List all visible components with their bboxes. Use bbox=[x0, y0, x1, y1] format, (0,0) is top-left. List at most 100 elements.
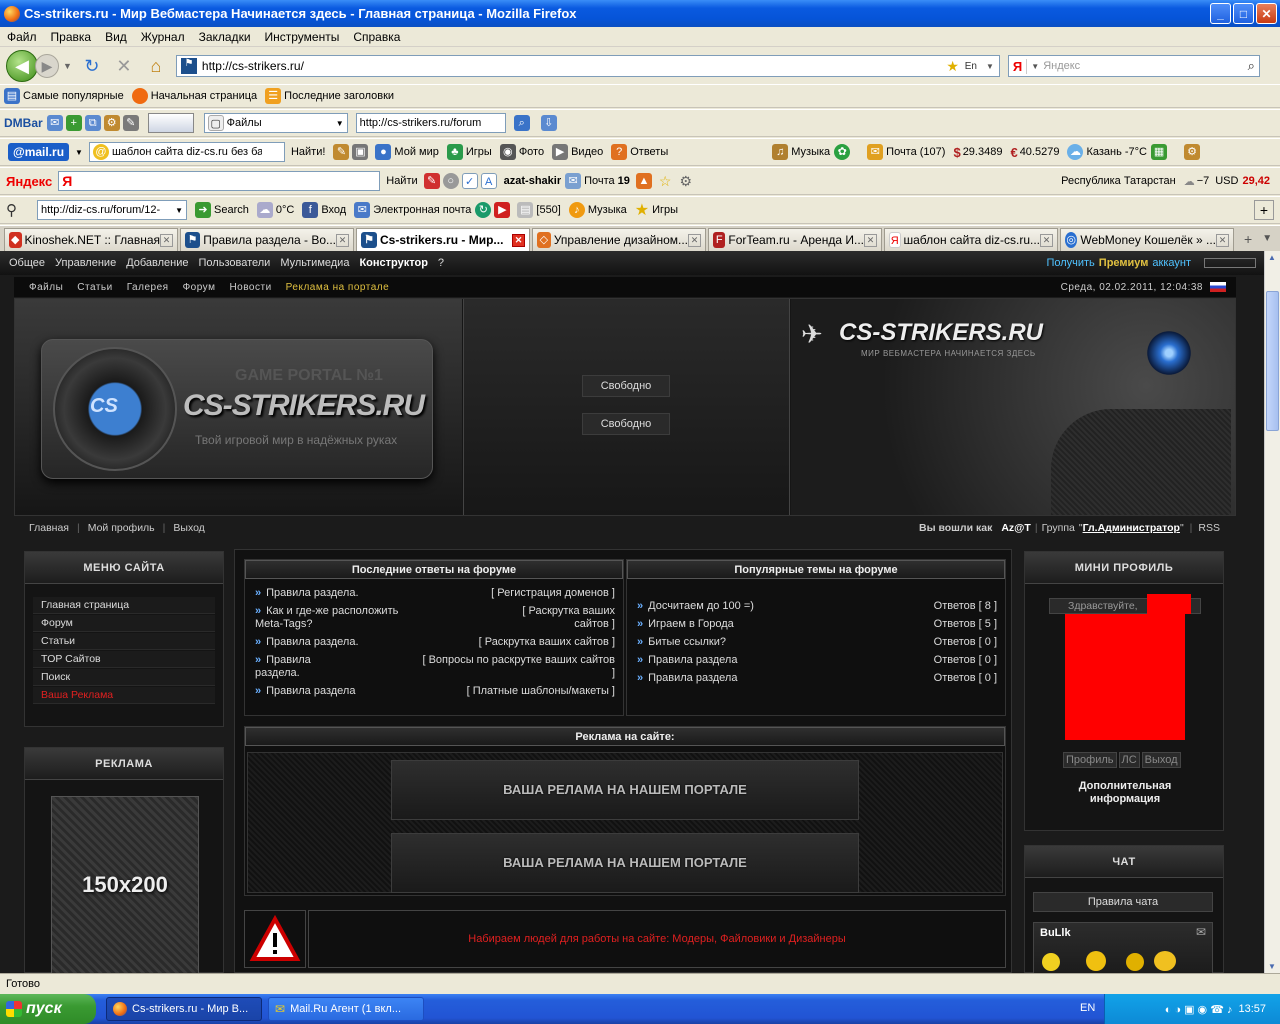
dm-settings-icon[interactable]: ⚙ bbox=[103, 115, 120, 131]
mail-icon[interactable]: ✉ bbox=[565, 173, 582, 189]
spellcheck-icon[interactable]: ✓ bbox=[461, 173, 478, 189]
menu-item-search[interactable]: Поиск bbox=[33, 669, 215, 686]
search-magnifier-icon[interactable]: ⚲ bbox=[6, 201, 17, 219]
maximize-button[interactable]: □ bbox=[1233, 3, 1254, 24]
count-widget[interactable]: ▤ [550] bbox=[517, 202, 561, 218]
mailru-photo[interactable]: ◉ Фото bbox=[499, 144, 544, 160]
scroll-down-icon[interactable]: ▼ bbox=[1268, 962, 1276, 971]
add-widget-icon[interactable]: + bbox=[1254, 200, 1274, 220]
mailru-search-input[interactable]: @ шаблон сайта diz-cs.ru без ба bbox=[88, 142, 285, 162]
admin-help[interactable]: ? bbox=[433, 257, 449, 269]
dm-tools-icon[interactable]: ✎ bbox=[122, 115, 139, 131]
youtube-icon[interactable]: ▶ bbox=[494, 202, 511, 218]
logged-user[interactable]: Az@T bbox=[1001, 522, 1031, 534]
tab-close-icon[interactable]: ✕ bbox=[1216, 233, 1229, 247]
admin-general[interactable]: Общее bbox=[4, 257, 50, 269]
popular-row-4[interactable]: » Правила раздела Ответов [ 0 ] bbox=[637, 654, 997, 667]
search-go-button[interactable]: ➜ Search bbox=[195, 202, 249, 218]
admin-add[interactable]: Добавление bbox=[121, 257, 193, 269]
premium-link[interactable]: Премиум bbox=[1097, 257, 1151, 269]
yandex-search-input[interactable]: Я bbox=[58, 171, 381, 191]
pm-button[interactable]: ЛС bbox=[1118, 752, 1140, 768]
admin-multimedia[interactable]: Мультимедиа bbox=[275, 257, 354, 269]
taskbar-mailru-agent[interactable]: ✉ Mail.Ru Агент (1 вкл... bbox=[268, 997, 424, 1021]
mailru-menu-icon[interactable]: ▼ bbox=[75, 148, 83, 157]
chat-user[interactable]: BuLlk bbox=[1040, 927, 1071, 939]
page-scrollbar[interactable]: ▲ ▼ bbox=[1264, 251, 1280, 973]
settings-gear-icon[interactable]: ⚙ bbox=[1184, 144, 1201, 160]
refresh-widget-icon[interactable]: ↻ bbox=[475, 202, 492, 218]
menu-item-top[interactable]: TOP Сайтов bbox=[33, 651, 215, 668]
email-widget[interactable]: ✉ Электронная почта bbox=[354, 202, 471, 218]
more-info-link[interactable]: Дополнительная информация bbox=[1025, 780, 1225, 806]
dm-copy-icon[interactable]: ⧉ bbox=[84, 115, 101, 131]
chat-bubble-icon[interactable]: ○ bbox=[442, 173, 459, 189]
menu-file[interactable]: Файл bbox=[0, 30, 44, 44]
tray-icons[interactable]: ◐ ◑ ▣ ◉ ☎ ♪ bbox=[1165, 1003, 1233, 1016]
admin-manage[interactable]: Управление bbox=[50, 257, 121, 269]
chat-mail-icon[interactable]: ✉ bbox=[1196, 925, 1206, 939]
popular-row-2[interactable]: » Играем в Города Ответов [ 5 ] bbox=[637, 618, 997, 631]
menu-item-home[interactable]: Главная страница bbox=[33, 597, 215, 614]
reload-icon[interactable]: ↻ bbox=[80, 54, 104, 78]
mailru-mail[interactable]: ✉ Почта (107) bbox=[867, 144, 945, 160]
mailru-music[interactable]: ♫ Музыка bbox=[772, 144, 830, 160]
taskbar-firefox[interactable]: Cs-strikers.ru - Мир В... bbox=[106, 997, 262, 1021]
ad-banner-1[interactable]: ВАША РЕЛАМА НА НАШЕМ ПОРТАЛЕ bbox=[391, 760, 859, 820]
menu-view[interactable]: Вид bbox=[98, 30, 134, 44]
url-bar[interactable]: ⚑ http://cs-strikers.ru/ ★ En ▼ bbox=[175, 55, 1000, 77]
games-widget[interactable]: ★ Игры bbox=[635, 200, 678, 220]
mailru-myworld[interactable]: ● Мой мир bbox=[375, 144, 439, 160]
latest-row-3[interactable]: » Правила раздела.[ Раскрутка ваших сайто… bbox=[255, 636, 615, 649]
close-button[interactable]: ✕ bbox=[1256, 3, 1277, 24]
rss-link[interactable]: RSS bbox=[1198, 522, 1220, 534]
mailru-games[interactable]: ♣ Игры bbox=[446, 144, 492, 160]
latest-row-1[interactable]: » Правила раздела.[ Регистрация доменов ] bbox=[255, 587, 615, 600]
eur-rate[interactable]: €40.5279 bbox=[1010, 145, 1059, 160]
mailru-video[interactable]: ▶ Видео bbox=[552, 144, 603, 160]
yandex-user[interactable]: azat-shakir bbox=[504, 175, 561, 187]
popular-row-5[interactable]: » Правила раздела Ответов [ 0 ] bbox=[637, 672, 997, 685]
nav-gallery[interactable]: Галерея bbox=[120, 282, 176, 293]
search-url-input[interactable]: http://diz-cs.ru/forum/12- ▼ bbox=[37, 200, 187, 220]
dm-download-icon[interactable]: ⇩ bbox=[540, 115, 557, 131]
search-icon[interactable]: ⌕ bbox=[1248, 58, 1255, 74]
menu-help[interactable]: Справка bbox=[346, 30, 407, 44]
subnav-home[interactable]: Главная bbox=[29, 522, 69, 534]
yandex-find-button[interactable]: Найти bbox=[386, 175, 417, 187]
premium-post[interactable]: аккаунт bbox=[1150, 257, 1196, 269]
tab-close-icon[interactable]: ✕ bbox=[160, 233, 173, 247]
menu-item-ads[interactable]: Ваша Реклама bbox=[33, 687, 215, 704]
page-icon[interactable]: ▣ bbox=[352, 144, 369, 160]
group-name[interactable]: Гл.Администратор bbox=[1083, 522, 1180, 534]
subnav-profile[interactable]: Мой профиль bbox=[88, 522, 155, 534]
latest-row-4[interactable]: » Правила раздела.[ Вопросы по раскрутке в… bbox=[255, 654, 615, 680]
forward-button[interactable]: ▶ bbox=[35, 54, 59, 78]
premium-pre[interactable]: Получить bbox=[1041, 257, 1096, 269]
tab-close-icon[interactable]: ✕ bbox=[864, 233, 877, 247]
translate-icon[interactable]: En bbox=[965, 61, 977, 72]
highlight-icon[interactable]: ✎ bbox=[333, 144, 350, 160]
tab-close-icon[interactable]: ✕ bbox=[688, 233, 701, 247]
language-indicator[interactable]: EN bbox=[1080, 1002, 1095, 1014]
menu-tools[interactable]: Инструменты bbox=[258, 30, 347, 44]
new-tab-icon[interactable]: + bbox=[1244, 231, 1252, 247]
nav-forum[interactable]: Форум bbox=[176, 282, 223, 293]
apps-icon[interactable]: ▦ bbox=[1151, 144, 1168, 160]
weather[interactable]: ☁ Казань -7°C bbox=[1067, 144, 1147, 160]
nav-ad[interactable]: Реклама на портале bbox=[279, 282, 397, 293]
tab-webmoney[interactable]: ◎ WebMoney Кошелёк » ... ✕ bbox=[1060, 228, 1234, 251]
stop-icon[interactable]: ✕ bbox=[112, 54, 136, 78]
tab-close-icon[interactable]: ✕ bbox=[336, 233, 349, 247]
dm-url-input[interactable]: http://cs-strikers.ru/forum bbox=[355, 113, 506, 133]
favorite-star-icon[interactable]: ☆ bbox=[659, 173, 672, 190]
yandex-engine-icon[interactable]: Я bbox=[1009, 58, 1028, 74]
history-dropdown-icon[interactable]: ▼ bbox=[63, 61, 72, 71]
home-icon[interactable]: ⌂ bbox=[144, 54, 168, 78]
weather-widget[interactable]: ☁ 0°C bbox=[256, 202, 294, 218]
yandex-settings-icon[interactable]: ⚙ bbox=[679, 173, 692, 190]
latest-row-5[interactable]: » Правила раздела[ Платные шаблоны/макеты… bbox=[255, 685, 615, 698]
dm-tool-icon[interactable]: ✉ bbox=[46, 115, 63, 131]
tab-forteam[interactable]: F ForTeam.ru - Аренда И... ✕ bbox=[708, 228, 882, 251]
bookmark-star-icon[interactable]: ★ bbox=[946, 58, 959, 75]
